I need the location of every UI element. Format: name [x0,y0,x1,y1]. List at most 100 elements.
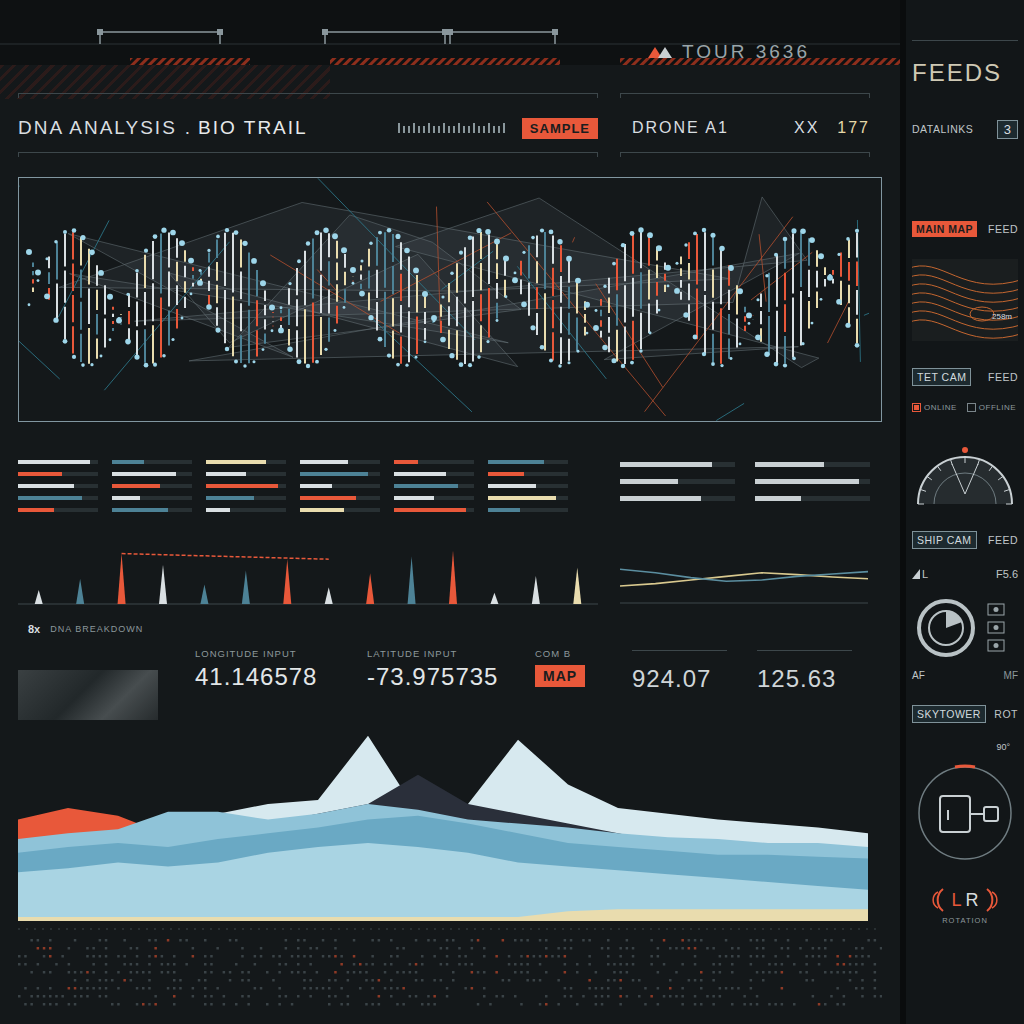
mark [867,939,870,942]
mark [468,363,472,367]
rotate-right-button[interactable]: R [966,890,979,911]
mark [503,123,505,133]
mark [368,271,370,289]
mark [353,971,356,974]
mark [37,279,40,282]
mark [496,303,498,319]
map-button[interactable]: MAP [535,665,585,687]
mark [323,227,328,232]
mark [130,58,250,65]
mark [148,1003,151,1006]
mark [458,123,460,133]
mark [716,403,744,420]
mark [706,995,709,998]
mark [260,280,266,286]
mark [224,290,226,343]
mark [576,317,578,350]
main-column: TOUR 3636DNA ANALYSIS.BIO TRAILSAMPLEDRO… [0,0,900,1024]
mark [142,987,145,990]
mark [600,299,602,306]
mark [216,262,218,281]
mark [626,971,629,974]
mark [433,319,436,322]
mark [630,231,635,236]
divider-line [620,93,870,98]
mark [43,955,46,958]
mark [433,995,436,998]
mark [504,280,506,298]
mark [360,265,362,270]
rotate-left-button[interactable]: L [951,890,961,911]
tet-cam-button[interactable]: TET CAM [912,368,971,386]
mark [402,1003,405,1006]
mark [247,1003,250,1006]
mark [99,939,102,942]
mark [120,313,122,316]
mark [626,963,629,966]
mark [731,963,734,966]
mark [109,338,112,341]
mark [483,947,486,950]
mark [173,971,176,974]
mark [359,971,362,974]
mark [744,307,746,312]
mark [368,292,370,310]
mark [471,947,474,950]
mark [328,987,331,990]
mark [536,287,538,309]
mark [712,302,714,330]
mark [508,963,511,966]
mark [584,327,586,336]
mark [252,360,255,363]
skytower-button[interactable]: SKYTOWER [912,705,986,723]
bar-track [488,508,568,512]
bar-track [18,472,98,476]
mark [80,995,83,998]
mark [818,947,821,950]
mark [306,241,310,245]
manual-focus-toggle[interactable]: MF [1004,670,1018,684]
sample-badge[interactable]: SAMPLE [522,118,598,139]
mark [503,255,509,261]
main-map-button[interactable]: MAIN MAP [912,221,977,237]
mark [291,1003,294,1006]
mark [632,979,635,982]
mark [712,1003,715,1006]
mark [173,987,176,990]
mark [116,318,122,324]
bar-fill [488,484,536,488]
mark [593,325,599,331]
rotation-control[interactable]: LRROTATION [912,886,1018,925]
mark [328,1003,331,1006]
breakdown-row: 8xDNA BREAKDOWN [18,622,882,636]
mark [601,987,604,990]
mark [427,995,430,998]
mark [387,228,392,233]
mark [560,276,562,303]
mark [303,971,306,974]
mark [855,229,859,233]
mark [752,322,754,324]
spike [490,593,498,604]
mark [619,979,622,982]
mark [48,272,50,284]
mark [650,995,653,998]
mark [874,987,877,990]
mark [570,995,573,998]
mark [528,282,530,315]
mark [816,250,818,267]
mark [192,947,195,950]
mark [558,364,562,368]
mark [365,971,368,974]
mark [396,363,400,367]
bar-color [206,472,246,476]
mark [210,995,213,998]
mark [86,979,89,982]
mark [173,979,176,982]
mark [762,939,765,942]
series-line [620,569,868,581]
ship-cam-button[interactable]: SHIP CAM [912,531,977,549]
mark [126,293,129,296]
autofocus-toggle[interactable]: AF [912,670,925,684]
mark [514,939,517,942]
